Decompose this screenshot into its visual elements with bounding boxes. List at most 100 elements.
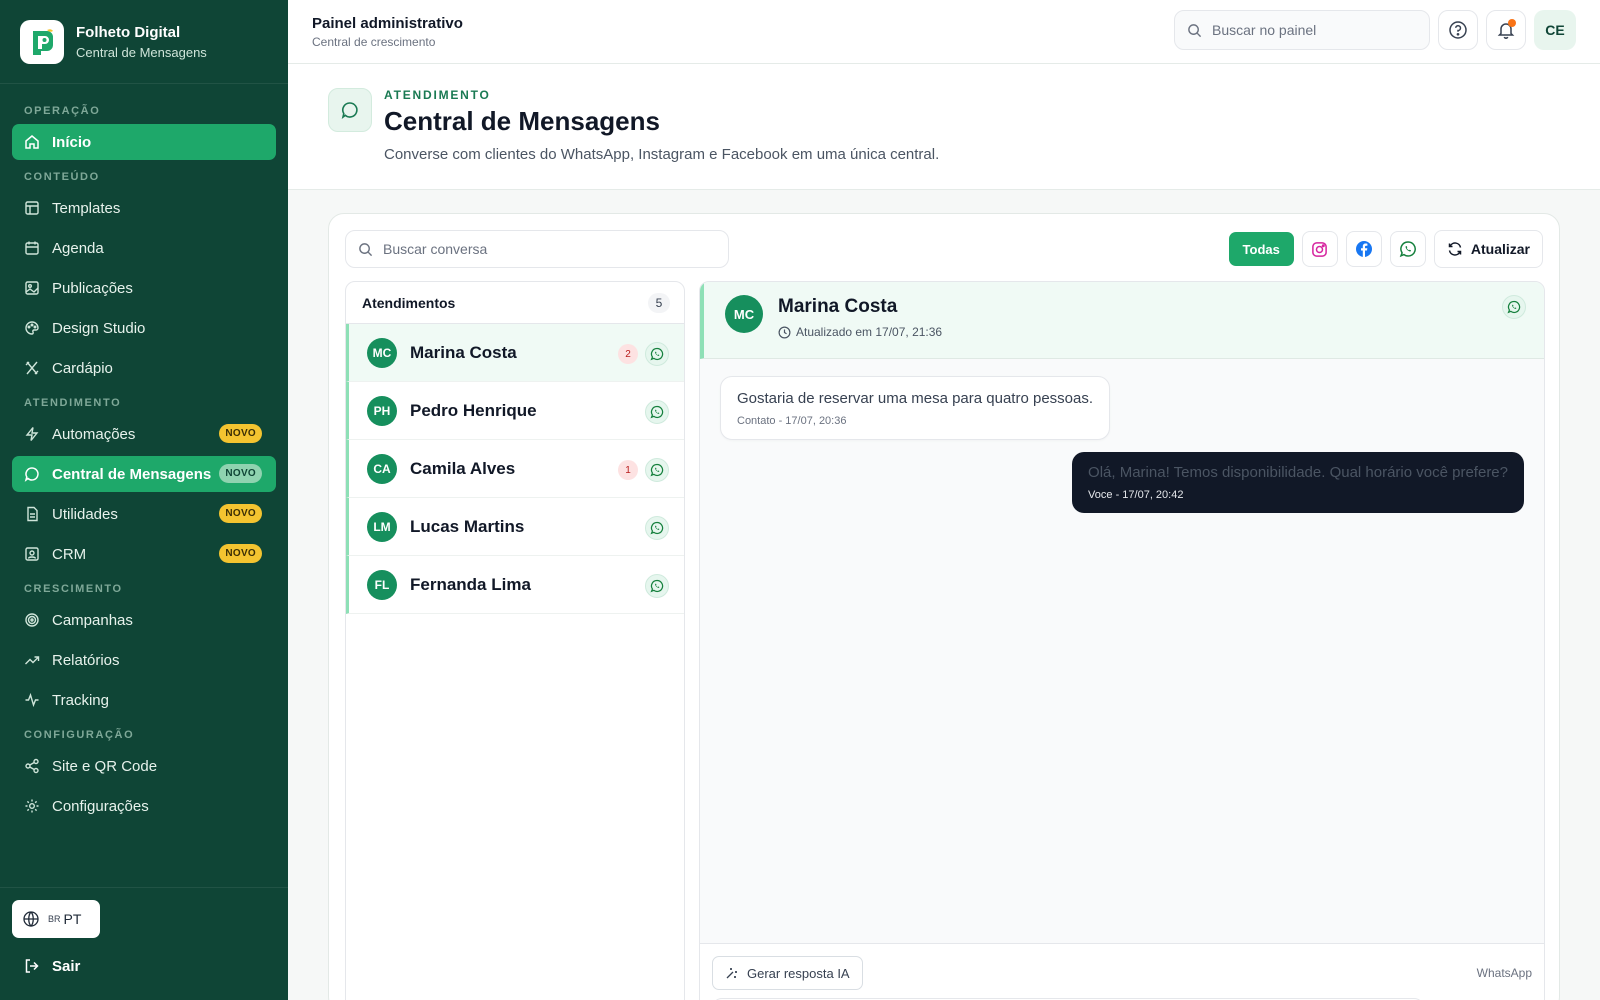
sidebar-item-templates[interactable]: Templates: [12, 190, 276, 226]
new-badge: NOVO: [219, 504, 262, 523]
new-badge: NOVO: [219, 464, 262, 483]
sidebar-item-label: Relatórios: [52, 651, 120, 669]
contact-avatar: LM: [367, 511, 397, 542]
generate-ai-reply-button[interactable]: Gerar resposta IA: [712, 956, 863, 990]
topbar-title: Painel administrativo: [312, 14, 463, 32]
logout-button[interactable]: Sair: [12, 948, 276, 984]
brand-subtitle: Central de Mensagens: [76, 44, 207, 60]
sidebar-item-tracking[interactable]: Tracking: [12, 682, 276, 718]
conversation-item[interactable]: LM Lucas Martins: [346, 498, 684, 556]
sidebar-item-design-studio[interactable]: Design Studio: [12, 310, 276, 346]
conversation-item[interactable]: PH Pedro Henrique: [346, 382, 684, 440]
sidebar-footer: BR PT Sair: [0, 887, 288, 1000]
help-button[interactable]: [1438, 10, 1478, 50]
chat-bubble-icon: [24, 466, 40, 482]
contact-name: Fernanda Lima: [410, 574, 531, 594]
filter-whatsapp-button[interactable]: [1389, 231, 1426, 267]
whatsapp-icon: [645, 516, 669, 540]
activity-icon: [24, 692, 40, 708]
brand-title: Folheto Digital: [76, 23, 181, 41]
conversation-search-placeholder: Buscar conversa: [383, 241, 488, 257]
conversation-list-title: Atendimentos: [362, 294, 456, 311]
sidebar-item-central-de-mensagens[interactable]: Central de Mensagens NOVO: [12, 456, 276, 492]
message-meta: Voce - 17/07, 20:42: [1088, 489, 1184, 501]
sidebar-item-crm[interactable]: CRM NOVO: [12, 536, 276, 572]
contact-card-icon: [24, 546, 40, 562]
language-code: PT: [63, 911, 82, 927]
sidebar-item-label: Cardápio: [52, 359, 113, 377]
user-avatar[interactable]: CE: [1534, 10, 1576, 50]
whatsapp-icon: [1399, 240, 1417, 258]
messages-card: Buscar conversa Todas Atualizar Atendime…: [328, 213, 1560, 1000]
sidebar-nav: OPERAÇÃO Início CONTEÚDO Templates Agend…: [0, 84, 288, 824]
clock-icon: [778, 326, 791, 339]
brand-logo-icon: [20, 19, 64, 64]
whatsapp-icon: [645, 458, 669, 482]
sidebar-item-configuracoes[interactable]: Configurações: [12, 788, 276, 824]
sidebar-item-label: Design Studio: [52, 319, 146, 337]
sidebar-item-agenda[interactable]: Agenda: [12, 230, 276, 266]
channel-label: WhatsApp: [1476, 966, 1532, 980]
sidebar-item-label: Configurações: [52, 797, 149, 815]
conversation-item[interactable]: FL Fernanda Lima: [346, 556, 684, 614]
image-icon: [24, 280, 40, 296]
whatsapp-icon: [645, 574, 669, 598]
page-description: Converse com clientes do WhatsApp, Insta…: [384, 146, 940, 163]
section-label-crescimento: CRESCIMENTO: [24, 583, 123, 595]
refresh-icon: [1447, 241, 1463, 257]
contact-avatar: CA: [367, 453, 397, 484]
chat-updated-label: Atualizado em 17/07, 21:36: [796, 325, 943, 339]
utensils-icon: [24, 360, 40, 376]
notifications-button[interactable]: [1486, 10, 1526, 50]
language-flag: BR: [48, 914, 61, 924]
language-selector[interactable]: BR PT: [12, 900, 100, 938]
sidebar-item-utilidades[interactable]: Utilidades NOVO: [12, 496, 276, 532]
sidebar-item-label: Publicações: [52, 279, 133, 297]
logout-label: Sair: [52, 957, 81, 975]
conversation-item[interactable]: MC Marina Costa 2: [346, 324, 684, 382]
globe-icon: [22, 910, 40, 928]
incoming-message: Gostaria de reservar uma mesa para quatr…: [720, 376, 1111, 440]
sidebar-item-inicio[interactable]: Início: [12, 124, 276, 160]
unread-count-badge: 1: [618, 460, 638, 480]
contact-avatar: MC: [725, 295, 763, 333]
conversation-search-input[interactable]: Buscar conversa: [345, 230, 729, 268]
palette-icon: [24, 320, 40, 336]
sidebar-item-label: Templates: [52, 199, 121, 217]
sidebar-item-automacoes[interactable]: Automações NOVO: [12, 416, 276, 452]
filter-facebook-button[interactable]: [1345, 231, 1382, 267]
sidebar-item-label: Site e QR Code: [52, 757, 158, 775]
channel-filters: Todas Atualizar: [1228, 230, 1543, 268]
sidebar-item-cardapio[interactable]: Cardápio: [12, 350, 276, 386]
sidebar-item-relatorios[interactable]: Relatórios: [12, 642, 276, 678]
chat-header: MC Marina Costa Atualizado em 17/07, 21:…: [700, 282, 1544, 359]
conversation-list: Atendimentos 5 MC Marina Costa 2 PH Pedr…: [345, 281, 685, 1000]
sidebar-item-campanhas[interactable]: Campanhas: [12, 602, 276, 638]
sparkles-icon: [725, 966, 739, 980]
facebook-icon: [1355, 240, 1373, 258]
chat-updated-time: Atualizado em 17/07, 21:36: [778, 325, 942, 339]
section-label-atendimento: ATENDIMENTO: [24, 397, 122, 409]
sidebar-item-label: Utilidades: [52, 505, 118, 523]
chat-bubble-icon: [328, 88, 372, 132]
sidebar-item-publicacoes[interactable]: Publicações: [12, 270, 276, 306]
unread-count-badge: 2: [618, 344, 638, 364]
contact-avatar: FL: [367, 569, 397, 600]
conversation-item[interactable]: CA Camila Alves 1: [346, 440, 684, 498]
conversation-count-badge: 5: [648, 293, 670, 313]
filter-all-button[interactable]: Todas: [1228, 232, 1294, 266]
brand[interactable]: Folheto Digital Central de Mensagens: [0, 0, 288, 84]
refresh-button[interactable]: Atualizar: [1433, 230, 1543, 268]
page-title: Central de Mensagens: [384, 106, 660, 136]
new-badge: NOVO: [219, 544, 262, 563]
whatsapp-icon: [645, 342, 669, 366]
panel-search-input[interactable]: Buscar no painel: [1174, 10, 1430, 50]
panel-search-placeholder: Buscar no painel: [1212, 22, 1317, 38]
section-label-operacao: OPERAÇÃO: [24, 105, 101, 117]
outgoing-message: Olá, Marina! Temos disponibilidade. Qual…: [1072, 452, 1524, 513]
sidebar-item-site-qr-code[interactable]: Site e QR Code: [12, 748, 276, 784]
chat-panel: MC Marina Costa Atualizado em 17/07, 21:…: [699, 281, 1545, 1000]
gear-icon: [24, 798, 40, 814]
new-badge: NOVO: [219, 424, 262, 443]
filter-instagram-button[interactable]: [1301, 231, 1338, 267]
